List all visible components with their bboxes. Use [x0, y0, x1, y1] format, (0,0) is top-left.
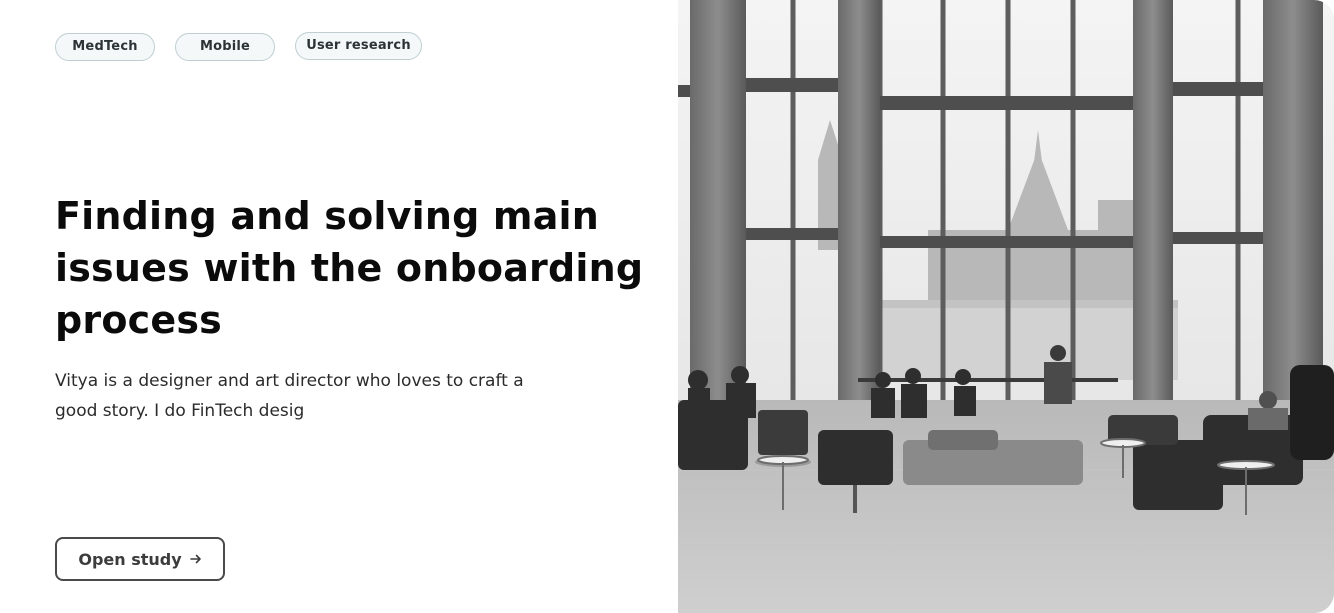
tag-user-research: User research: [295, 32, 422, 60]
open-study-label: Open study: [78, 549, 182, 569]
atrium-photo-illustration: [678, 0, 1334, 613]
tag-mobile: Mobile: [175, 33, 275, 61]
card-content: MedTech Mobile User research Finding and…: [0, 0, 678, 613]
case-study-description: Vitya is a designer and art director who…: [55, 371, 524, 421]
open-study-button[interactable]: Open study: [55, 537, 225, 581]
case-study-title: Finding and solving main issues with the…: [55, 194, 644, 342]
tag-medtech: MedTech: [55, 33, 155, 61]
case-study-card: MedTech Mobile User research Finding and…: [0, 0, 1334, 613]
cover-image: [678, 0, 1334, 613]
arrow-right-icon: [189, 554, 201, 564]
